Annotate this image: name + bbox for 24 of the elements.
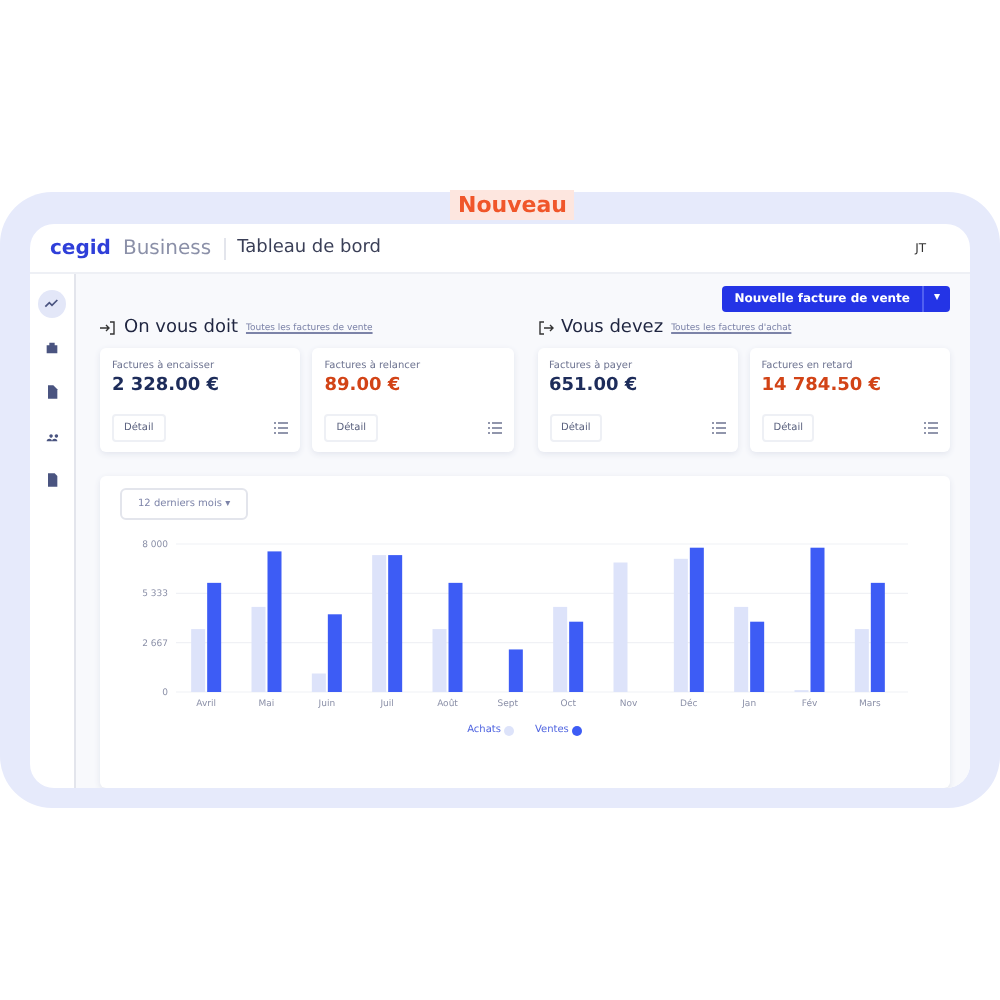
trend-line-icon bbox=[44, 296, 60, 312]
bar bbox=[613, 562, 628, 692]
section-title: On vous doit bbox=[124, 318, 238, 338]
sign-in-icon bbox=[100, 320, 116, 336]
briefcase-icon bbox=[44, 340, 60, 356]
card-amount: 651.00 € bbox=[549, 376, 640, 396]
card-amount: 2 328.00 € bbox=[112, 376, 222, 396]
page-title: Tableau de bord bbox=[237, 238, 384, 258]
product-name: Business bbox=[122, 237, 226, 259]
card-amount: 89.00 € bbox=[324, 376, 403, 396]
document-icon bbox=[44, 384, 60, 400]
list-icon[interactable] bbox=[924, 422, 938, 434]
file-icon bbox=[44, 472, 60, 488]
sidebar-item[interactable] bbox=[38, 290, 66, 318]
list-icon[interactable] bbox=[711, 422, 726, 434]
people-icon bbox=[44, 428, 60, 444]
list-icon[interactable] bbox=[487, 422, 501, 434]
list-icon[interactable] bbox=[274, 422, 289, 434]
new-badge: Nouveau bbox=[450, 190, 575, 220]
bar bbox=[508, 649, 523, 692]
section-title: Vous devez bbox=[561, 318, 664, 338]
brand-logo: cegid bbox=[50, 237, 111, 259]
sign-out-icon bbox=[537, 320, 553, 336]
card-amount: 14 784.50 € bbox=[761, 376, 884, 396]
